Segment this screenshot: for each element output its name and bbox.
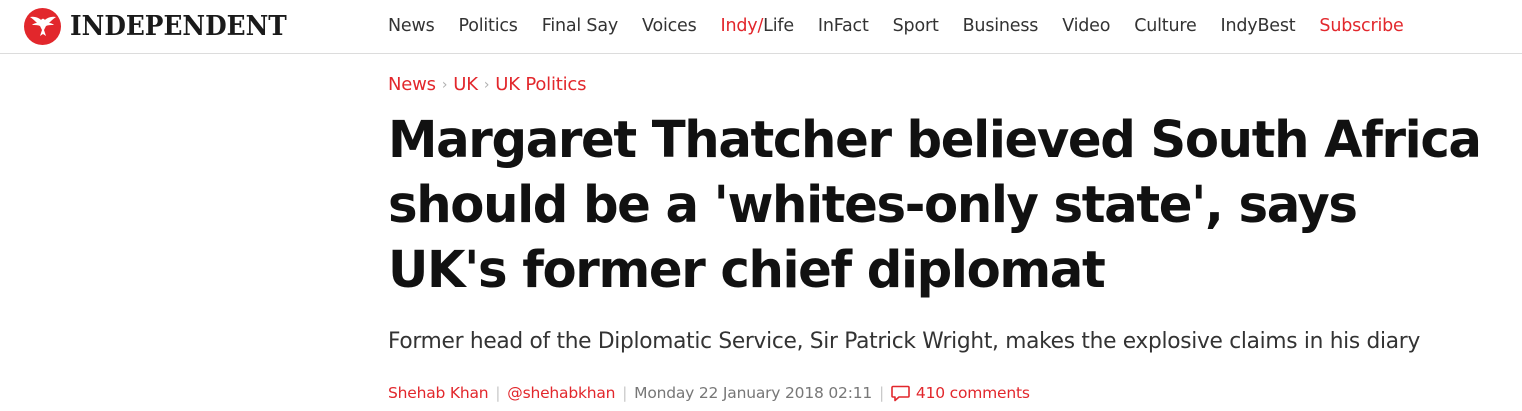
nav-item-culture[interactable]: Culture xyxy=(1134,16,1197,36)
article-standfirst: Former head of the Diplomatic Service, S… xyxy=(388,328,1421,354)
comment-bubble-icon xyxy=(891,385,910,401)
article-headline: Margaret Thatcher believed South Africa … xyxy=(388,111,1482,300)
nav-item-final-say[interactable]: Final Say xyxy=(542,16,618,36)
breadcrumb-separator: › xyxy=(483,76,490,93)
author-twitter-link[interactable]: @shehabkhan xyxy=(507,384,615,402)
comments-count: 410 comments xyxy=(915,384,1030,402)
nav-item-indybest[interactable]: IndyBest xyxy=(1221,16,1296,36)
byline-divider: | xyxy=(495,384,501,402)
byline-divider: | xyxy=(622,384,628,402)
publish-date: Monday 22 January 2018 02:11 xyxy=(634,384,873,402)
breadcrumb-item-uk[interactable]: UK xyxy=(453,74,478,95)
nav-item-indy-life[interactable]: Indy/Life xyxy=(720,16,795,36)
nav-item-infact[interactable]: InFact xyxy=(818,16,869,36)
comments-link[interactable]: 410 comments xyxy=(891,384,1030,402)
breadcrumb-item-uk-politics[interactable]: UK Politics xyxy=(495,74,586,95)
top-navigation-bar: INDEPENDENT News Politics Final Say Voic… xyxy=(0,0,1522,54)
nav-item-politics[interactable]: Politics xyxy=(459,16,518,36)
nav-item-business[interactable]: Business xyxy=(963,16,1039,36)
nav-item-indy-prefix: Indy/ xyxy=(720,16,764,36)
main-nav: News Politics Final Say Voices Indy/Life… xyxy=(388,0,1404,52)
eagle-icon xyxy=(24,7,61,45)
byline-divider: | xyxy=(879,384,884,402)
nav-item-sport[interactable]: Sport xyxy=(893,16,939,36)
article-byline: Shehab Khan | @shehabkhan | Monday 22 Ja… xyxy=(388,384,1030,402)
nav-item-video[interactable]: Video xyxy=(1062,16,1110,36)
breadcrumb-item-news[interactable]: News xyxy=(388,74,436,95)
nav-item-voices[interactable]: Voices xyxy=(642,16,697,36)
logo-wordmark: INDEPENDENT xyxy=(70,10,287,42)
author-link[interactable]: Shehab Khan xyxy=(388,384,489,402)
nav-item-indy-suffix: Life xyxy=(763,16,794,36)
breadcrumb: News › UK › UK Politics xyxy=(388,74,587,95)
nav-item-news[interactable]: News xyxy=(388,16,435,36)
independent-logo[interactable]: INDEPENDENT xyxy=(24,7,306,45)
subscribe-link[interactable]: Subscribe xyxy=(1319,16,1403,36)
breadcrumb-separator: › xyxy=(441,76,448,93)
